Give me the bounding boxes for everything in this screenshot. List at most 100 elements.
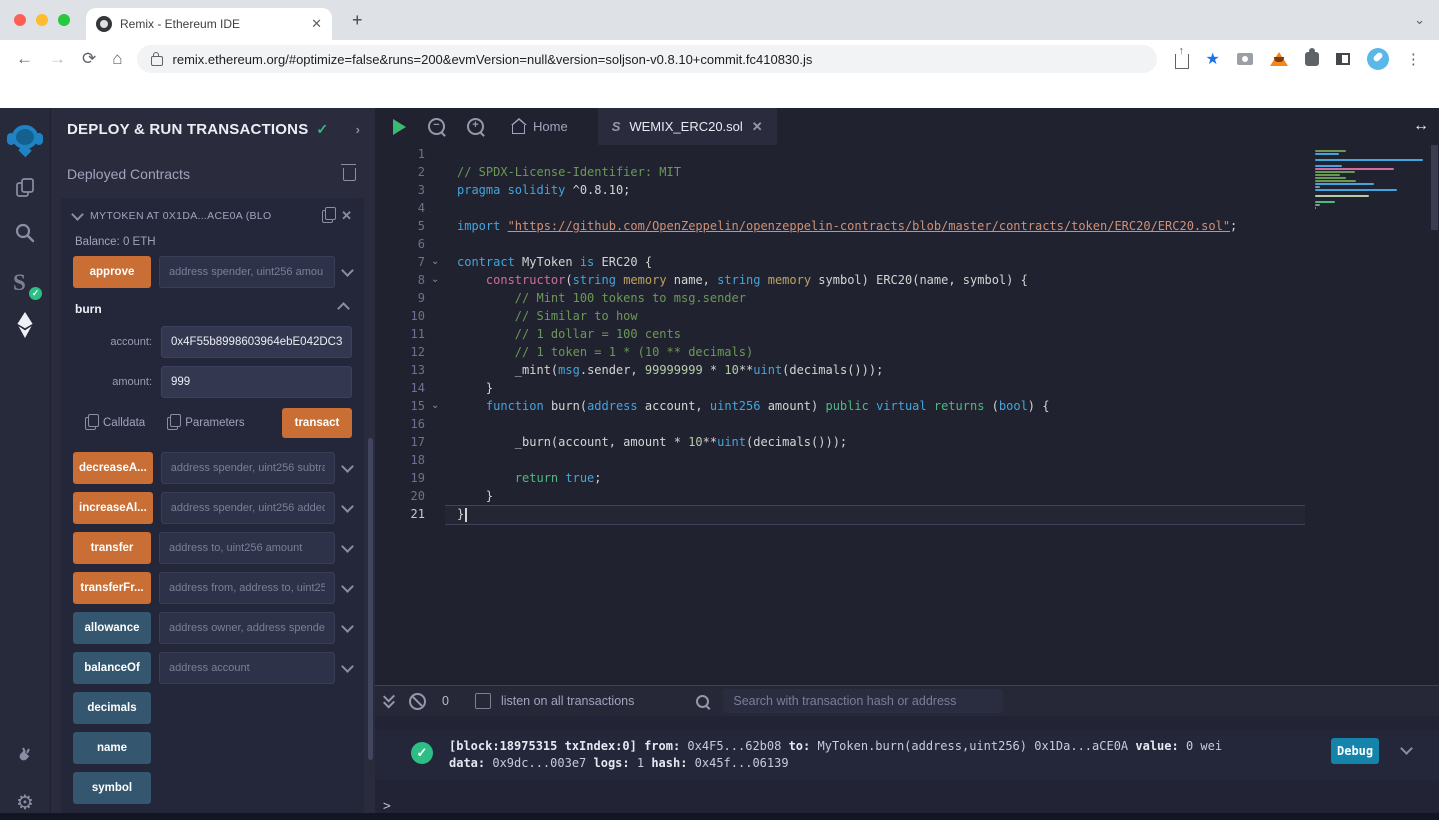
plugin-manager-icon[interactable] bbox=[0, 745, 50, 765]
metamask-extension-icon[interactable] bbox=[1270, 52, 1288, 66]
function-args-input-balanceOf[interactable] bbox=[159, 652, 335, 684]
remove-instance-icon[interactable]: ✕ bbox=[341, 208, 352, 224]
expand-args-chevron-icon[interactable] bbox=[341, 540, 354, 553]
bookmark-star-icon[interactable]: ★ bbox=[1206, 49, 1220, 69]
code-line: } bbox=[457, 379, 1439, 397]
function-button-symbol[interactable]: symbol bbox=[73, 772, 151, 804]
terminal-search-input[interactable] bbox=[723, 689, 1003, 713]
function-button-decimals[interactable]: decimals bbox=[73, 692, 151, 724]
expand-args-chevron-icon[interactable] bbox=[341, 264, 354, 277]
tab-close-icon[interactable]: ✕ bbox=[311, 16, 322, 32]
expand-args-chevron-icon[interactable] bbox=[341, 660, 354, 673]
url-text: remix.ethereum.org/#optimize=false&runs=… bbox=[173, 52, 813, 67]
minimap-line bbox=[1315, 159, 1423, 161]
fold-chevron-icon[interactable]: ⌄ bbox=[431, 271, 441, 289]
function-button-transfer[interactable]: transfer bbox=[73, 532, 151, 564]
function-button-allowance[interactable]: allowance bbox=[73, 612, 151, 644]
function-button-increaseAllowance[interactable]: increaseAl... bbox=[73, 492, 153, 524]
file-explorer-icon[interactable] bbox=[0, 177, 50, 199]
line-number: 1 bbox=[375, 145, 425, 163]
share-icon[interactable] bbox=[1175, 54, 1189, 69]
blue-circle-extension-icon[interactable] bbox=[1367, 48, 1389, 70]
parameters-action[interactable]: Parameters bbox=[167, 417, 244, 430]
editor-scrollbar[interactable] bbox=[1431, 145, 1438, 230]
calldata-action[interactable]: Calldata bbox=[85, 417, 145, 430]
terminal-toolbar: 0 listen on all transactions bbox=[375, 686, 1439, 716]
function-row-name: name bbox=[73, 732, 352, 764]
tab-wemix-erc20[interactable]: S WEMIX_ERC20.sol ✕ bbox=[598, 108, 777, 145]
function-args-input-decreaseAllowance[interactable] bbox=[161, 452, 335, 484]
parameters-label: Parameters bbox=[185, 417, 244, 429]
panel-scrollbar[interactable] bbox=[368, 438, 373, 760]
zoom-in-icon[interactable]: + bbox=[467, 118, 484, 135]
minimap[interactable] bbox=[1315, 147, 1427, 210]
home-button[interactable]: ⌂ bbox=[112, 49, 122, 69]
transaction-log-row[interactable]: ✓ [block:18975315 txIndex:0] from: 0x4F5… bbox=[375, 730, 1439, 780]
transact-button[interactable]: transact bbox=[282, 408, 352, 438]
function-args-input-allowance[interactable] bbox=[159, 612, 335, 644]
function-button-name[interactable]: name bbox=[73, 732, 151, 764]
tab-home[interactable]: Home bbox=[512, 119, 568, 134]
panel-next-arrow-icon[interactable]: › bbox=[356, 122, 360, 137]
function-args-input-transferFrom[interactable] bbox=[159, 572, 335, 604]
contract-instance-title[interactable]: MYTOKEN AT 0X1DA...ACE0A (BLO bbox=[90, 210, 314, 222]
function-button-approve[interactable]: approve bbox=[73, 256, 151, 288]
settings-gear-icon[interactable]: ⚙ bbox=[0, 790, 50, 815]
expand-args-chevron-icon[interactable] bbox=[341, 580, 354, 593]
run-script-play-icon[interactable] bbox=[393, 119, 406, 135]
fold-chevron-icon[interactable]: ⌄ bbox=[431, 397, 441, 415]
function-button-transferFrom[interactable]: transferFr... bbox=[73, 572, 151, 604]
code-editor[interactable]: 1234567⌄8⌄9101112131415⌄161718192021 // … bbox=[375, 145, 1439, 686]
parameters-copy-icon[interactable] bbox=[167, 417, 178, 430]
function-args-input-transfer[interactable] bbox=[159, 532, 335, 564]
extensions-puzzle-icon[interactable] bbox=[1305, 52, 1319, 66]
search-icon[interactable] bbox=[0, 222, 50, 244]
terminal-prompt[interactable]: > bbox=[383, 799, 391, 814]
function-row-transfer: transfer bbox=[73, 532, 352, 564]
browser-menu-icon[interactable]: ⋮ bbox=[1406, 50, 1421, 68]
home-icon bbox=[512, 125, 525, 134]
clear-console-icon[interactable] bbox=[409, 693, 426, 710]
camera-extension-icon[interactable] bbox=[1237, 53, 1253, 65]
deploy-run-icon[interactable] bbox=[0, 312, 50, 338]
clear-instances-trash-icon[interactable] bbox=[343, 168, 356, 181]
listen-checkbox[interactable] bbox=[475, 693, 491, 709]
minimize-window-button[interactable] bbox=[36, 14, 48, 26]
function-button-balanceOf[interactable]: balanceOf bbox=[73, 652, 151, 684]
address-bar[interactable]: remix.ethereum.org/#optimize=false&runs=… bbox=[137, 45, 1157, 73]
expand-handle-icon[interactable]: ↔ bbox=[1413, 117, 1429, 135]
expand-args-chevron-icon[interactable] bbox=[341, 460, 354, 473]
line-number: 18 bbox=[375, 451, 425, 469]
fold-chevron-icon[interactable]: ⌄ bbox=[431, 253, 441, 271]
zoom-out-icon[interactable]: − bbox=[428, 118, 445, 135]
browser-tab[interactable]: Remix - Ethereum IDE ✕ bbox=[86, 8, 332, 40]
line-number: 20 bbox=[375, 487, 425, 505]
reload-button[interactable]: ⟳ bbox=[82, 49, 96, 69]
file-tab-close-icon[interactable]: ✕ bbox=[752, 119, 763, 135]
function-button-decreaseAllowance[interactable]: decreaseA... bbox=[73, 452, 153, 484]
tab-search-chevron-icon[interactable]: ⌄ bbox=[1414, 12, 1425, 28]
calldata-copy-icon[interactable] bbox=[85, 417, 96, 430]
close-window-button[interactable] bbox=[14, 14, 26, 26]
function-args-input-increaseAllowance[interactable] bbox=[161, 492, 335, 524]
debug-button[interactable]: Debug bbox=[1331, 738, 1379, 764]
home-tab-label: Home bbox=[533, 119, 568, 134]
sidebar-split-icon[interactable] bbox=[1336, 53, 1350, 65]
solidity-compiler-icon[interactable]: S ✓ bbox=[0, 270, 50, 296]
minimap-line bbox=[1315, 168, 1394, 170]
field-input-amount[interactable] bbox=[161, 366, 352, 398]
function-args-input-approve[interactable] bbox=[159, 256, 335, 288]
contract-collapse-chevron-icon[interactable] bbox=[71, 208, 84, 221]
collapse-terminal-icon[interactable] bbox=[385, 696, 393, 707]
maximize-window-button[interactable] bbox=[58, 14, 70, 26]
field-input-account[interactable] bbox=[161, 326, 352, 358]
minimap-line bbox=[1315, 180, 1356, 182]
back-button[interactable]: ← bbox=[16, 49, 33, 69]
contract-instance-card: MYTOKEN AT 0X1DA...ACE0A (BLO ✕ Balance:… bbox=[61, 198, 364, 816]
forward-button[interactable]: → bbox=[49, 49, 66, 69]
remix-logo-icon[interactable] bbox=[0, 125, 50, 155]
expand-args-chevron-icon[interactable] bbox=[341, 620, 354, 633]
new-tab-button[interactable]: + bbox=[352, 12, 363, 28]
copy-address-icon[interactable] bbox=[322, 210, 333, 223]
expand-args-chevron-icon[interactable] bbox=[341, 500, 354, 513]
